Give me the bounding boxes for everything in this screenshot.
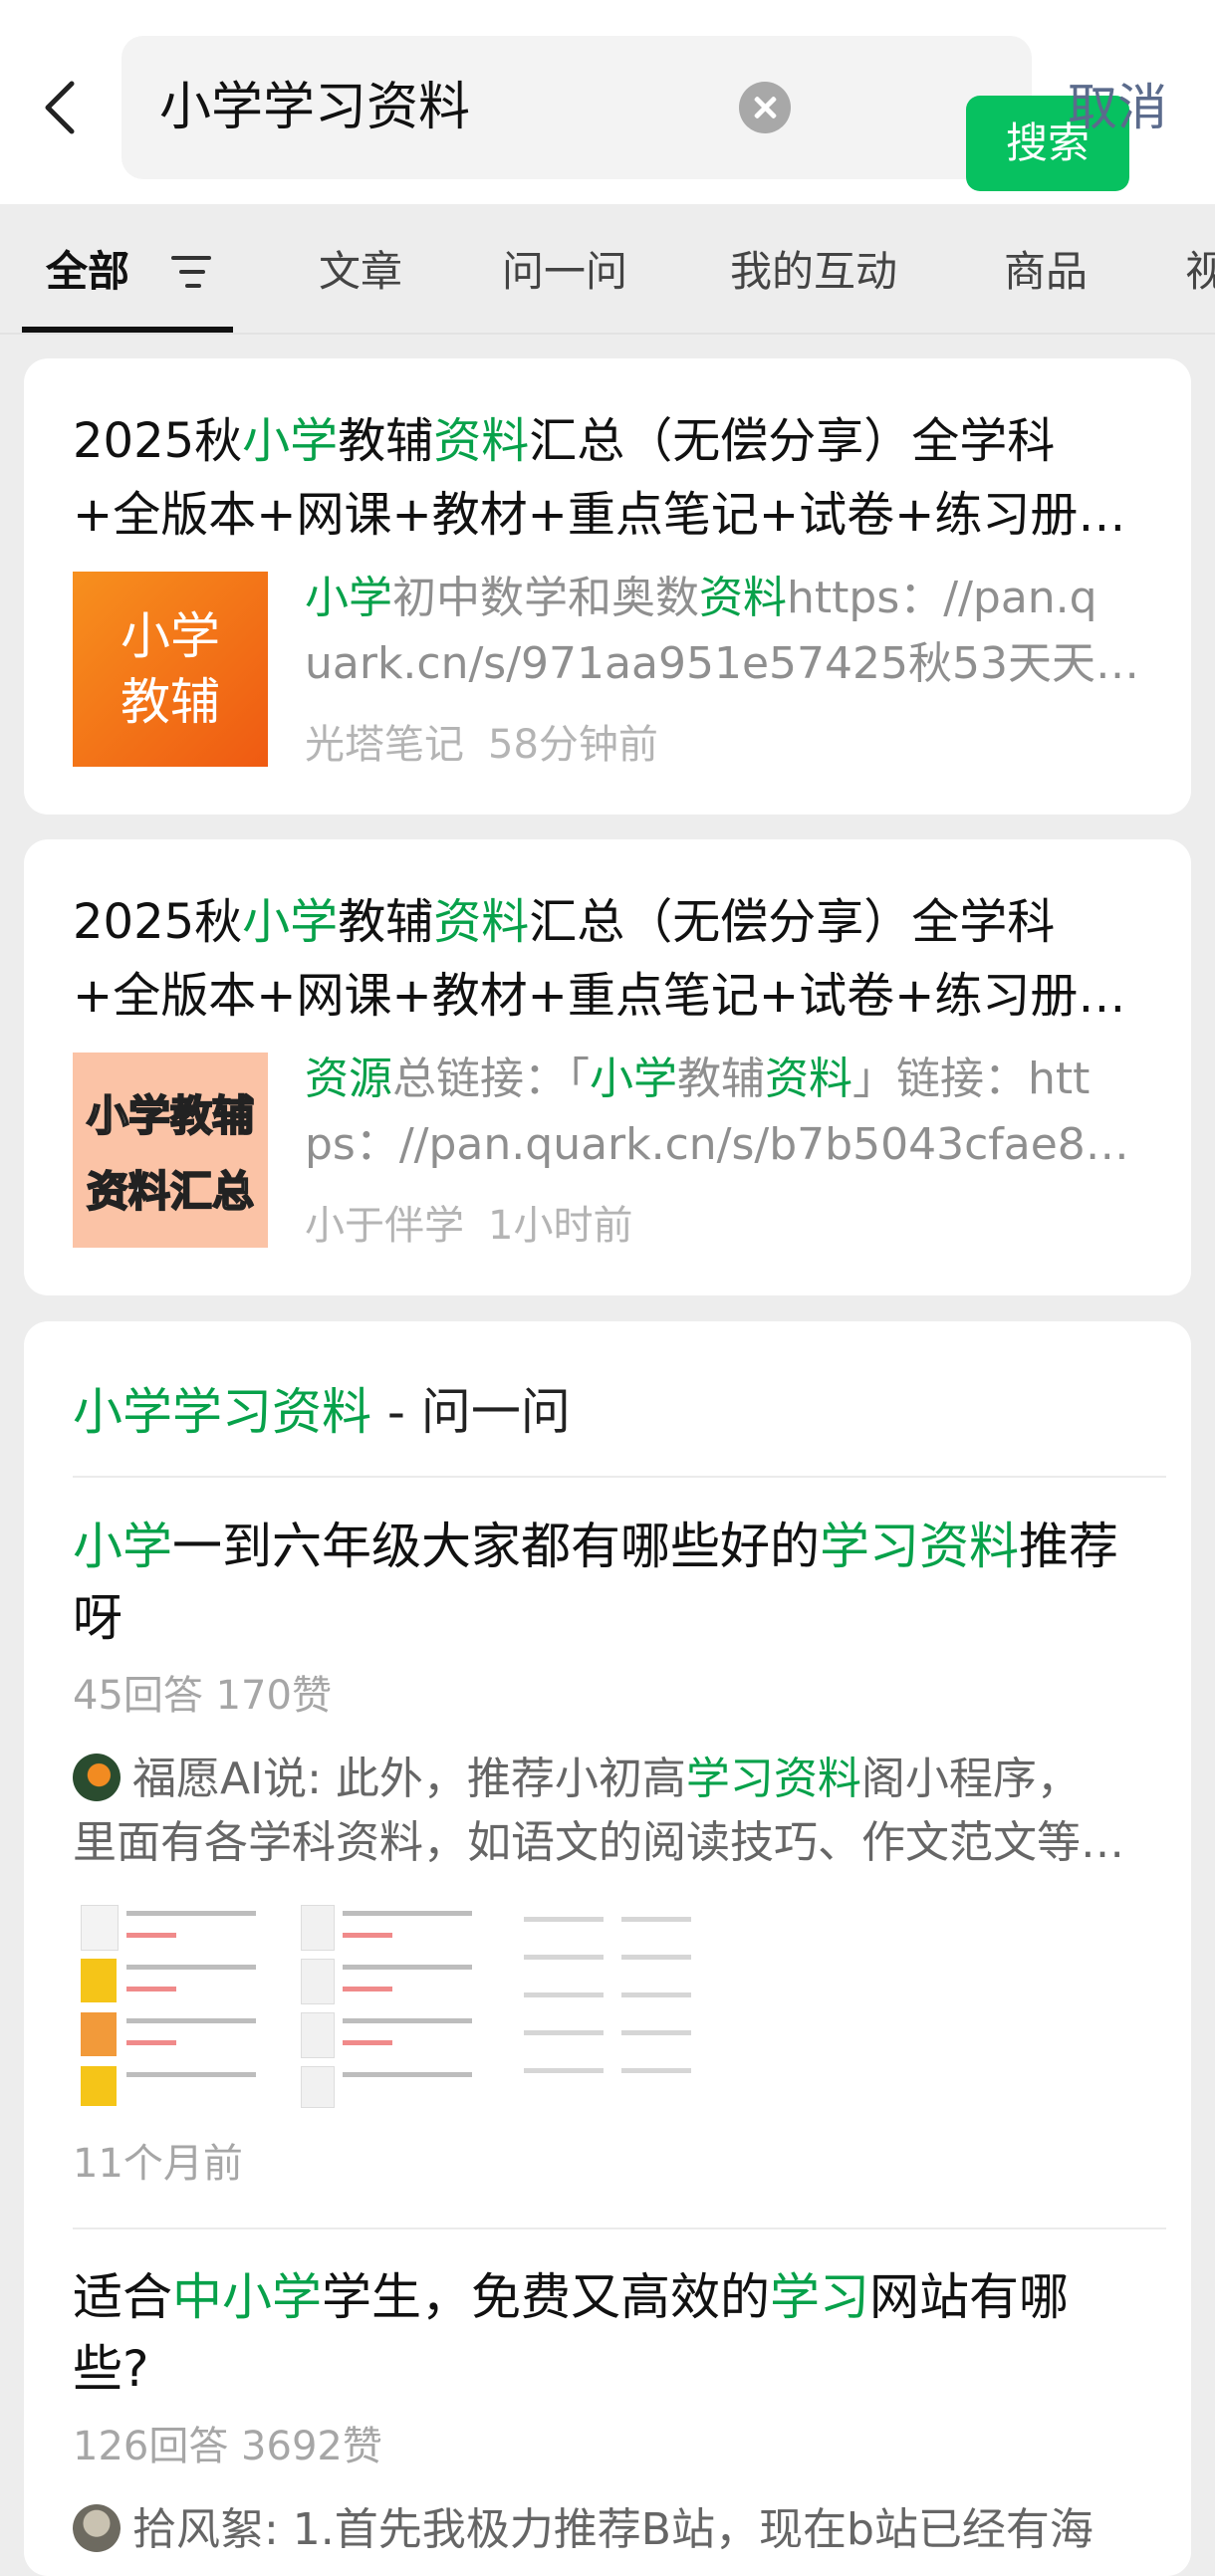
tab-articles[interactable]: 文章: [319, 242, 402, 302]
back-arrow-icon[interactable]: [40, 78, 80, 137]
result-time: 1小时前: [488, 1203, 633, 1249]
result-thumbnail[interactable]: 小学 教辅: [73, 572, 268, 767]
divider: [73, 1476, 1166, 1478]
result-meta: 小于伴学 1小时前: [305, 1198, 656, 1254]
answer-preview[interactable]: 福愿AI说: 此外，推荐小初高学习资料阁小程序， 里面有各学科资料，如语文的阅读…: [73, 1748, 1148, 1875]
question-stats: 126回答 3692赞: [73, 2424, 382, 2469]
qa-section-card: 小学学习资料 - 问一问 小学一到六年级大家都有哪些好的学习资料推荐呀 45回答…: [24, 1321, 1191, 2576]
question-time: 11个月前: [73, 2141, 243, 2187]
tab-products[interactable]: 商品: [1004, 242, 1088, 302]
result-time: 58分钟前: [488, 722, 658, 768]
tab-video[interactable]: 视: [1185, 242, 1215, 302]
result-snippet: 小学初中数学和奥数资料https：//pan.q uark.cn/s/971aa…: [305, 573, 1143, 689]
tab-my-interactions[interactable]: 我的互动: [730, 242, 897, 302]
answer-image[interactable]: [293, 1897, 488, 2108]
divider: [73, 2227, 1166, 2229]
result-title[interactable]: 2025秋小学教辅资料汇总（无偿分享）全学科 +全版本+网课+教材+重点笔记+试…: [73, 404, 1148, 552]
clear-icon[interactable]: [739, 82, 791, 133]
answer-image[interactable]: [512, 1897, 707, 2108]
avatar: [73, 2504, 121, 2552]
question-stats: 45回答 170赞: [73, 1673, 332, 1719]
tab-bar: 全部 文章 问一问 我的互动 商品 视: [0, 224, 1215, 336]
search-box[interactable]: 小学学习资料 搜索: [122, 36, 1129, 191]
article-result-card[interactable]: 2025秋小学教辅资料汇总（无偿分享）全学科 +全版本+网课+教材+重点笔记+试…: [24, 839, 1191, 1295]
search-header: 小学学习资料 搜索 取消: [0, 0, 1215, 204]
question-title[interactable]: 小学一到六年级大家都有哪些好的学习资料推荐呀: [73, 1511, 1143, 1654]
result-meta: 光塔笔记 58分钟前: [305, 717, 682, 773]
result-source[interactable]: 小于伴学: [305, 1203, 464, 1249]
qa-section-heading[interactable]: 小学学习资料 - 问一问: [73, 1377, 571, 1447]
answer-preview[interactable]: 拾风絮: 1.首先我极力推荐B站，现在b站已经有海: [73, 2498, 1148, 2562]
tab-ask[interactable]: 问一问: [502, 242, 627, 302]
result-snippet: 资源总链接：「小学教辅资料」链接：htt ps：//pan.quark.cn/s…: [305, 1054, 1143, 1170]
result-thumbnail[interactable]: 小学教辅 资料汇总: [73, 1053, 268, 1248]
result-source[interactable]: 光塔笔记: [305, 722, 464, 768]
filter-icon[interactable]: [171, 250, 211, 294]
search-input[interactable]: 小学学习资料: [159, 76, 470, 139]
result-title[interactable]: 2025秋小学教辅资料汇总（无偿分享）全学科 +全版本+网课+教材+重点笔记+试…: [73, 885, 1148, 1033]
divider: [0, 333, 1215, 335]
avatar: [73, 1754, 121, 1801]
article-result-card[interactable]: 2025秋小学教辅资料汇总（无偿分享）全学科 +全版本+网课+教材+重点笔记+试…: [24, 358, 1191, 815]
question-title[interactable]: 适合中小学学生，免费又高效的学习网站有哪些?: [73, 2261, 1143, 2405]
cancel-button[interactable]: 取消: [1068, 76, 1167, 139]
answer-image[interactable]: [73, 1897, 268, 2108]
tab-all[interactable]: 全部: [46, 242, 129, 302]
